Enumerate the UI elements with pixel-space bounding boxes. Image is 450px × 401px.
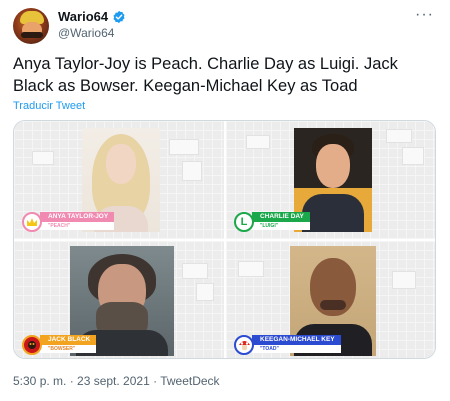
media-grid[interactable]: ANYA TAYLOR-JOY "PEACH" L CHARLIE DAY "L… (13, 120, 436, 359)
display-name[interactable]: Wario64 (58, 9, 108, 24)
bowser-emblem-icon (22, 335, 42, 355)
character-name: "BOWSER" (40, 345, 97, 353)
handle[interactable]: @Wario64 (58, 26, 114, 40)
media-tile-toad[interactable]: KEEGAN-MICHAEL KEY "TOAD" (226, 241, 435, 358)
tweet-timestamp[interactable]: 5:30 p. m. · 23 sept. 2021 · TweetDeck (13, 374, 220, 388)
name-label: JACK BLACK "BOWSER" (22, 335, 97, 357)
luigi-l-icon: L (234, 212, 254, 232)
name-label: KEEGAN-MICHAEL KEY "TOAD" (234, 335, 341, 357)
media-tile-bowser[interactable]: JACK BLACK "BOWSER" (14, 241, 224, 358)
translate-link[interactable]: Traducir Tweet (13, 100, 85, 112)
actor-name: CHARLIE DAY (252, 212, 310, 222)
name-label: L CHARLIE DAY "LUIGI" (234, 212, 310, 234)
crown-icon (22, 212, 42, 232)
character-name: "LUIGI" (252, 222, 310, 230)
avatar[interactable] (13, 8, 49, 44)
media-tile-luigi[interactable]: L CHARLIE DAY "LUIGI" (226, 121, 435, 239)
verified-badge-icon (113, 10, 125, 23)
author-name-row: Wario64 (58, 9, 126, 24)
name-label: ANYA TAYLOR-JOY "PEACH" (22, 212, 115, 234)
media-tile-peach[interactable]: ANYA TAYLOR-JOY "PEACH" (14, 121, 224, 239)
actor-name: ANYA TAYLOR-JOY (40, 212, 115, 222)
actor-name: JACK BLACK (40, 335, 97, 345)
more-dots-icon[interactable]: ··· (415, 6, 434, 24)
character-name: "TOAD" (252, 345, 341, 353)
toad-emblem-icon (234, 335, 254, 355)
character-name: "PEACH" (40, 222, 115, 230)
tweet: Wario64 @Wario64 ··· Anya Taylor-Joy is … (0, 0, 450, 401)
actor-name: KEEGAN-MICHAEL KEY (252, 335, 341, 345)
tweet-text: Anya Taylor-Joy is Peach. Charlie Day as… (13, 55, 398, 95)
